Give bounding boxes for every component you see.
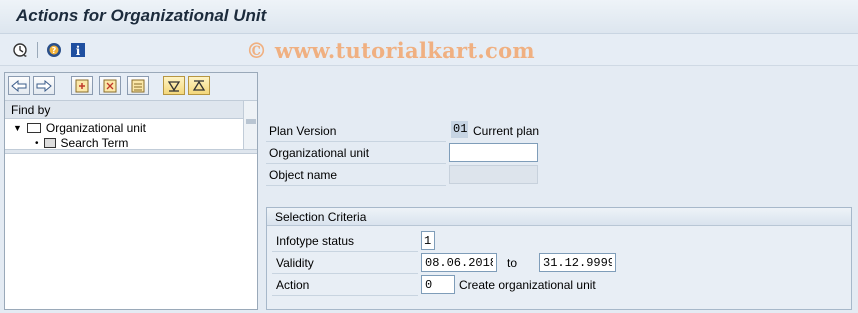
pane-splitter[interactable] bbox=[5, 149, 257, 154]
tree-node-search-term[interactable]: • Search Term bbox=[35, 137, 128, 149]
infotype-status-input[interactable] bbox=[421, 231, 435, 250]
bullet-icon: • bbox=[35, 137, 39, 149]
row-divider bbox=[266, 185, 446, 186]
search-term-icon bbox=[43, 138, 56, 148]
find-by-header: Find by bbox=[5, 101, 243, 119]
forward-arrow-button[interactable] bbox=[33, 76, 55, 95]
svg-text:?: ? bbox=[52, 46, 57, 55]
collapse-up-button[interactable] bbox=[188, 76, 210, 95]
action-text: Create organizational unit bbox=[459, 278, 596, 292]
svg-text:i: i bbox=[76, 44, 81, 58]
tree-collapse-button[interactable] bbox=[99, 76, 121, 95]
object-name-field bbox=[449, 165, 538, 184]
org-unit-input[interactable] bbox=[449, 143, 538, 162]
org-unit-label: Organizational unit bbox=[269, 146, 370, 160]
expand-down-button[interactable] bbox=[163, 76, 185, 95]
plan-version-code: 01 bbox=[451, 121, 468, 138]
watermark: © www.tutorialkart.com bbox=[246, 38, 535, 63]
object-name-label: Object name bbox=[269, 168, 338, 182]
page-title: Actions for Organizational Unit bbox=[16, 6, 267, 25]
tree-select-button[interactable] bbox=[127, 76, 149, 95]
toolbar-separator bbox=[37, 42, 38, 58]
row-divider bbox=[266, 163, 446, 164]
plan-version-label: Plan Version bbox=[269, 124, 337, 138]
title-bar: Actions for Organizational Unit bbox=[0, 0, 858, 34]
tree-node-label: Search Term bbox=[60, 137, 129, 149]
row-divider bbox=[272, 273, 418, 274]
execute-icon[interactable] bbox=[12, 42, 28, 58]
info-icon[interactable]: i bbox=[70, 42, 86, 58]
tree-node-organizational-unit[interactable]: ▼ Organizational unit bbox=[5, 119, 243, 137]
selection-criteria-title: Selection Criteria bbox=[267, 208, 851, 226]
validity-from-input[interactable] bbox=[421, 253, 497, 272]
plan-version-text: Current plan bbox=[473, 124, 540, 138]
expand-triangle-icon[interactable]: ▼ bbox=[13, 123, 22, 133]
row-divider bbox=[272, 295, 418, 296]
action-label: Action bbox=[276, 278, 310, 292]
tree-expand-button[interactable] bbox=[71, 76, 93, 95]
object-manager-pane: Find by ▼ Organizational unit • Search T… bbox=[4, 72, 258, 310]
back-arrow-button[interactable] bbox=[8, 76, 30, 95]
action-input[interactable] bbox=[421, 275, 455, 294]
folder-icon bbox=[26, 123, 41, 133]
validity-to-input[interactable] bbox=[539, 253, 616, 272]
validity-label: Validity bbox=[276, 256, 314, 270]
infotype-status-label: Infotype status bbox=[276, 234, 355, 248]
row-divider bbox=[266, 141, 446, 142]
help-icon[interactable]: ? bbox=[46, 42, 62, 58]
row-divider bbox=[272, 251, 418, 252]
validity-to-label: to bbox=[507, 256, 518, 270]
left-pane-toolbar bbox=[5, 73, 257, 101]
application-toolbar: ? i © www.tutorialkart.com bbox=[0, 34, 858, 66]
tree-scrollbar[interactable] bbox=[243, 101, 257, 149]
tree-node-label: Organizational unit bbox=[45, 121, 146, 135]
